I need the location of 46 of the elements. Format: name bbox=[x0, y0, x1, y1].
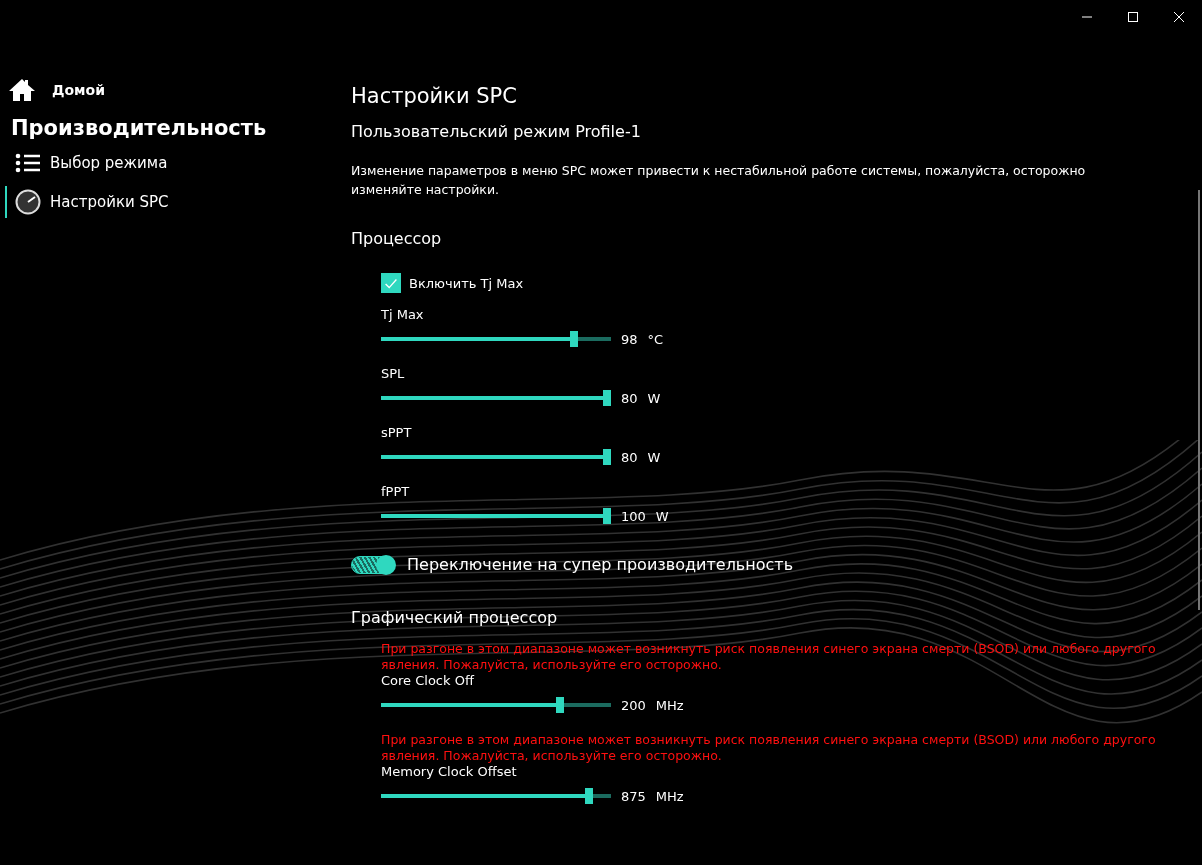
checkbox-label: Включить Tj Max bbox=[409, 275, 524, 291]
slider-value: 875 bbox=[621, 788, 646, 804]
slider-value: 200 bbox=[621, 697, 646, 713]
toggle-switch[interactable] bbox=[351, 555, 395, 574]
slider-thumb[interactable] bbox=[603, 449, 611, 465]
slider-thumb[interactable] bbox=[585, 788, 594, 804]
scrollbar[interactable] bbox=[1198, 190, 1200, 610]
slider-unit: MHz bbox=[655, 697, 684, 713]
slider-unit: °C bbox=[647, 331, 664, 347]
home-button[interactable]: Домой bbox=[0, 78, 105, 102]
slider-label: sPPT bbox=[381, 425, 413, 440]
section-heading: Производительность bbox=[11, 116, 268, 140]
overclock-warning: При разгоне в этом диапазоне может возникнуть риск появления синего экрана смерти (BSOD) или любого другого явления. Пожалуйста, используйте его осторожно. bbox=[381, 641, 1157, 673]
slider-label: SPL bbox=[381, 366, 406, 381]
page-title: Настройки SPC bbox=[351, 84, 518, 108]
slider-label: Memory Clock Offset bbox=[381, 764, 518, 779]
home-icon bbox=[8, 78, 36, 102]
section-heading: Графический процессор bbox=[351, 608, 559, 627]
slider-unit: W bbox=[655, 508, 669, 524]
profile-subtitle: Пользовательский режим Profile-1 bbox=[351, 122, 642, 141]
checkbox[interactable] bbox=[381, 273, 401, 293]
maximize-icon bbox=[1127, 11, 1139, 23]
slider-label: fPPT bbox=[381, 484, 411, 499]
slider-unit: W bbox=[647, 449, 661, 465]
slider-label: Core Clock Off bbox=[381, 673, 476, 688]
toggle-label: Переключение на супер производительность bbox=[407, 555, 794, 574]
section-heading: Процессор bbox=[351, 229, 443, 248]
close-icon bbox=[1173, 11, 1185, 23]
slider-unit: MHz bbox=[655, 788, 684, 804]
slider-track[interactable] bbox=[381, 508, 611, 524]
slider-value: 80 bbox=[621, 390, 638, 406]
warning-notice: Изменение параметров в меню SPC может привести к нестабильной работе системы, пожалуйста, осторожно изменяйте настройки. bbox=[351, 162, 1087, 199]
slider-label: Tj Max bbox=[381, 307, 425, 322]
gauge-icon bbox=[15, 189, 41, 215]
slider-thumb[interactable] bbox=[603, 508, 611, 524]
list-icon bbox=[15, 153, 41, 173]
slider-value: 98 bbox=[621, 331, 638, 347]
overclock-warning: При разгоне в этом диапазоне может возникнуть риск появления синего экрана смерти (BSOD) или любого другого явления. Пожалуйста, используйте его осторожно. bbox=[381, 732, 1157, 764]
slider-value: 100 bbox=[621, 508, 646, 524]
nav-item[interactable]: Настройки SPC bbox=[5, 186, 215, 218]
nav-item[interactable]: Выбор режима bbox=[5, 147, 215, 179]
slider-unit: W bbox=[647, 390, 661, 406]
slider-thumb[interactable] bbox=[556, 697, 565, 713]
slider-thumb[interactable] bbox=[569, 331, 578, 347]
slider-value: 80 bbox=[621, 449, 638, 465]
slider-thumb[interactable] bbox=[603, 390, 611, 406]
